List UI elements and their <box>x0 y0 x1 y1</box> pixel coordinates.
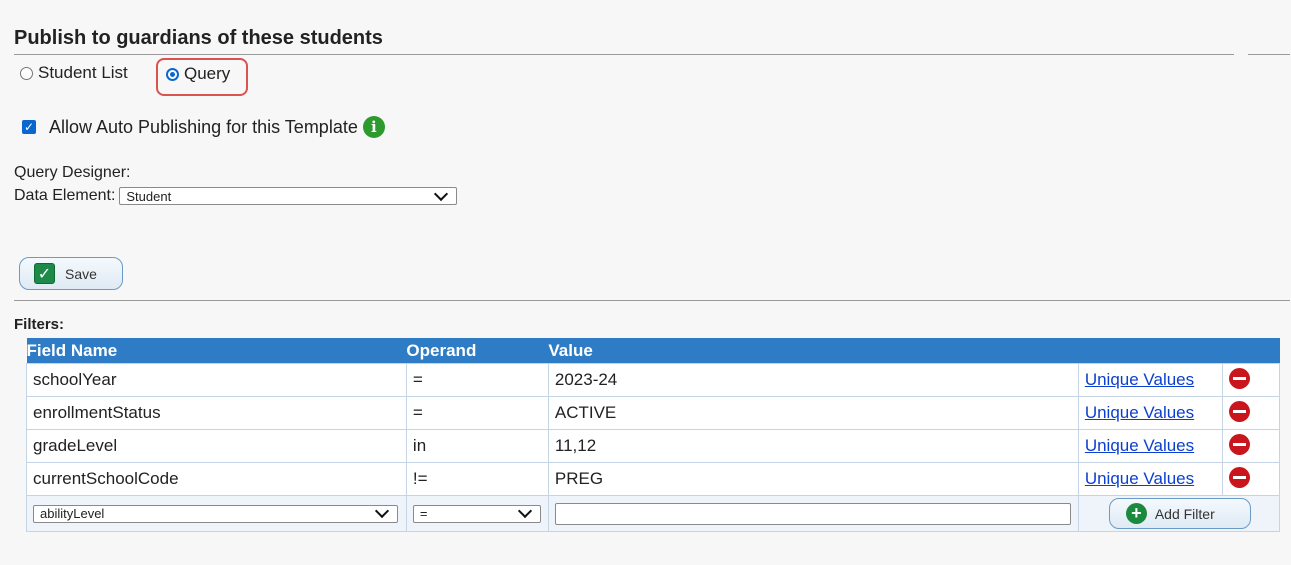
column-header-blank <box>1222 338 1280 364</box>
operand-cell: in <box>405 429 549 463</box>
operand-cell: = <box>405 363 549 397</box>
publish-mode-radio-group: Student List <box>20 63 128 83</box>
student-list-radio[interactable] <box>20 66 33 80</box>
operand-cell: = <box>405 396 549 430</box>
data-element-value: Student <box>126 188 172 204</box>
divider <box>14 54 1290 55</box>
data-element-select[interactable]: Student <box>119 186 458 205</box>
new-operand-select[interactable]: = <box>412 503 541 523</box>
save-button[interactable]: ✓ Save <box>19 257 123 290</box>
divider <box>14 300 1290 301</box>
table-row: schoolYear = 2023-24 Unique Values <box>26 363 1280 397</box>
unique-values-link[interactable]: Unique Values <box>1085 370 1194 389</box>
save-button-label: Save <box>65 265 97 282</box>
query-radio-label[interactable]: Query <box>184 64 230 84</box>
add-filter-label: Add Filter <box>1154 505 1215 522</box>
column-header-blank <box>1078 338 1223 364</box>
info-icon[interactable]: i <box>362 116 385 138</box>
data-element-label: Data Element: <box>14 187 116 204</box>
new-field-cell: abilityLevel <box>26 495 407 532</box>
column-header-value: Value <box>548 338 1079 364</box>
chevron-down-icon <box>434 186 449 201</box>
field-name-cell: schoolYear <box>26 363 407 397</box>
new-operand-value: = <box>419 506 428 521</box>
add-filter-cell: + Add Filter <box>1077 495 1281 532</box>
checkmark-icon: ✓ <box>34 263 55 284</box>
query-designer-label: Query Designer: <box>14 164 131 181</box>
value-cell: PREG <box>547 462 1079 496</box>
new-field-value: abilityLevel <box>40 506 105 521</box>
remove-icon[interactable] <box>1229 467 1251 488</box>
new-value-cell <box>547 495 1079 532</box>
unique-values-link[interactable]: Unique Values <box>1085 436 1194 455</box>
filters-table: Field Name Operand Value schoolYear = 20… <box>26 338 1281 532</box>
table-header-row: Field Name Operand Value <box>26 338 1280 364</box>
table-row: enrollmentStatus = ACTIVE Unique Values <box>26 396 1280 430</box>
table-row: currentSchoolCode != PREG Unique Values <box>26 462 1280 496</box>
remove-cell <box>1222 462 1280 496</box>
auto-publish-label: Allow Auto Publishing for this Template <box>49 116 358 137</box>
value-cell: 11,12 <box>547 429 1079 463</box>
field-name-cell: currentSchoolCode <box>26 462 407 496</box>
unique-values-cell: Unique Values <box>1077 462 1224 496</box>
filters-label: Filters: <box>14 316 65 333</box>
unique-values-link[interactable]: Unique Values <box>1085 469 1194 488</box>
unique-values-link[interactable]: Unique Values <box>1085 403 1194 422</box>
column-header-field-name: Field Name <box>26 338 407 364</box>
student-list-radio-label[interactable]: Student List <box>38 63 128 83</box>
operand-cell: != <box>405 462 549 496</box>
unique-values-cell: Unique Values <box>1077 363 1224 397</box>
remove-icon[interactable] <box>1229 401 1251 422</box>
chevron-down-icon <box>517 503 532 519</box>
add-filter-button[interactable]: + Add Filter <box>1108 498 1251 529</box>
new-field-select[interactable]: abilityLevel <box>33 503 398 523</box>
remove-cell <box>1222 363 1280 397</box>
remove-icon[interactable] <box>1229 368 1251 389</box>
field-name-cell: gradeLevel <box>26 429 407 463</box>
unique-values-cell: Unique Values <box>1077 396 1224 430</box>
remove-icon[interactable] <box>1229 434 1251 455</box>
value-cell: 2023-24 <box>547 363 1079 397</box>
column-header-operand: Operand <box>406 338 549 364</box>
remove-cell <box>1222 396 1280 430</box>
section-title: Publish to guardians of these students <box>14 27 383 49</box>
new-value-input[interactable] <box>554 502 1071 525</box>
add-filter-row: abilityLevel = + Add Filter <box>26 495 1281 532</box>
table-row: gradeLevel in 11,12 Unique Values <box>26 429 1280 463</box>
query-radio[interactable] <box>166 67 179 81</box>
remove-cell <box>1222 429 1280 463</box>
plus-icon: + <box>1125 503 1147 524</box>
new-operand-cell: = <box>405 495 549 532</box>
value-cell: ACTIVE <box>547 396 1079 430</box>
auto-publish-checkbox[interactable]: ✓ <box>22 120 36 134</box>
unique-values-cell: Unique Values <box>1077 429 1224 463</box>
field-name-cell: enrollmentStatus <box>26 396 407 430</box>
chevron-down-icon <box>374 503 390 519</box>
